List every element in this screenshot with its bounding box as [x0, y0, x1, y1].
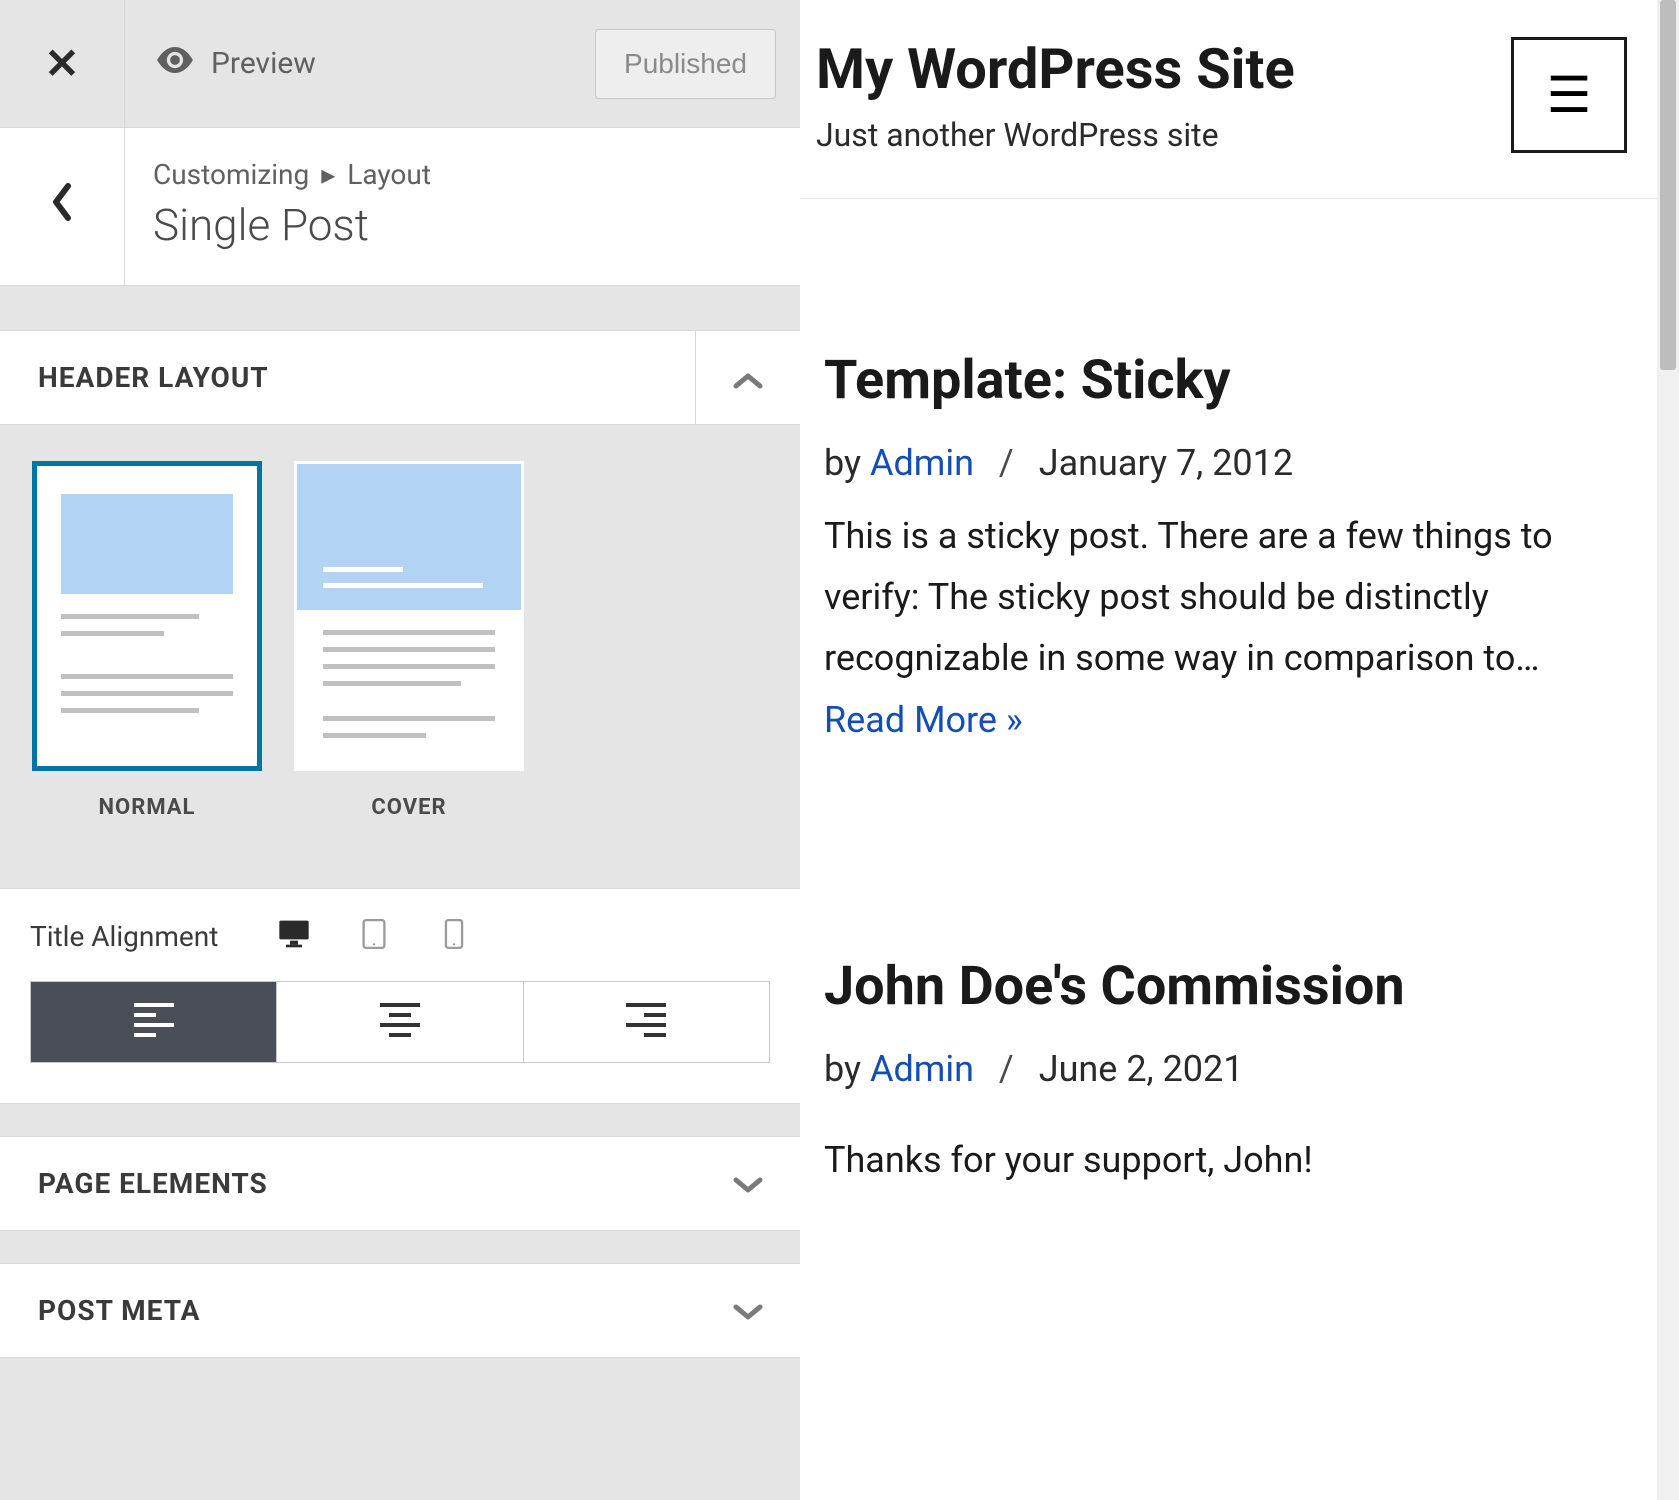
- chevron-down-icon: [732, 1163, 764, 1205]
- mobile-icon: [438, 919, 470, 953]
- preview-pane: My WordPress Site Just another WordPress…: [800, 0, 1679, 1500]
- layout-label: COVER: [371, 795, 446, 820]
- breadcrumb-parent: Layout: [347, 158, 431, 191]
- hide-preview-toggle[interactable]: Preview: [125, 46, 346, 81]
- eye-icon: [155, 46, 195, 81]
- post-author-link[interactable]: Admin: [870, 1048, 974, 1090]
- site-title[interactable]: My WordPress Site: [816, 36, 1295, 102]
- accordion-title: HEADER LAYOUT: [0, 331, 695, 424]
- align-left-icon: [134, 1003, 174, 1041]
- close-button[interactable]: ✕: [0, 0, 125, 128]
- alignment-toggle-group: [30, 981, 770, 1063]
- title-alignment-panel: Title Alignment: [0, 888, 800, 1104]
- post-meta: by Admin / January 7, 2012: [824, 442, 1623, 484]
- collapse-button[interactable]: [695, 331, 800, 424]
- scrollbar-thumb[interactable]: [1660, 0, 1676, 370]
- chevron-left-icon: [50, 181, 74, 233]
- title-alignment-label: Title Alignment: [30, 920, 218, 953]
- preview-content[interactable]: My WordPress Site Just another WordPress…: [800, 0, 1657, 1500]
- breadcrumb-bar: Customizing ▸ Layout Single Post: [0, 128, 800, 286]
- layout-thumb-normal[interactable]: [32, 461, 262, 771]
- by-label: by: [824, 442, 870, 484]
- scrollbar[interactable]: [1657, 0, 1679, 1500]
- accordion-page-elements[interactable]: PAGE ELEMENTS: [0, 1136, 800, 1231]
- post-excerpt: This is a sticky post. There are a few t…: [824, 506, 1623, 751]
- post-date: January 7, 2012: [1039, 442, 1293, 484]
- align-left-button[interactable]: [31, 982, 277, 1062]
- accordion-post-meta[interactable]: POST META: [0, 1263, 800, 1358]
- device-tablet-button[interactable]: [358, 919, 390, 953]
- read-more-link[interactable]: Read More »: [824, 699, 1023, 741]
- post-excerpt: Thanks for your support, John!: [824, 1130, 1623, 1191]
- desktop-icon: [278, 919, 310, 953]
- meta-separator: /: [999, 442, 1014, 484]
- publish-button[interactable]: Published: [595, 29, 776, 99]
- hamburger-icon: ☰: [1547, 66, 1592, 125]
- accordion-title: POST META: [0, 1264, 695, 1357]
- post-date: June 2, 2021: [1039, 1048, 1244, 1090]
- page-title: Single Post: [153, 199, 431, 251]
- site-header: My WordPress Site Just another WordPress…: [800, 0, 1657, 199]
- header-layout-options: NORMAL COVER: [0, 425, 800, 848]
- back-button[interactable]: [0, 128, 125, 285]
- customizer-sidebar: ✕ Preview Published Customizing ▸ Layout…: [0, 0, 800, 1500]
- breadcrumb-body: Customizing ▸ Layout Single Post: [125, 128, 459, 285]
- device-desktop-button[interactable]: [278, 919, 310, 953]
- breadcrumb-root: Customizing: [153, 158, 309, 191]
- accordion-title: PAGE ELEMENTS: [0, 1137, 695, 1230]
- breadcrumb: Customizing ▸ Layout: [153, 158, 431, 191]
- post-meta: by Admin / June 2, 2021: [824, 1048, 1623, 1090]
- post-title[interactable]: Template: Sticky: [824, 349, 1623, 412]
- layout-option-normal[interactable]: NORMAL: [32, 461, 262, 820]
- customizer-topbar: ✕ Preview Published: [0, 0, 800, 128]
- by-label: by: [824, 1048, 870, 1090]
- tablet-icon: [358, 919, 390, 953]
- accordion-header-layout[interactable]: HEADER LAYOUT: [0, 330, 800, 425]
- align-right-icon: [626, 1003, 666, 1041]
- layout-label: NORMAL: [99, 795, 196, 820]
- post-title[interactable]: John Doe's Commission: [824, 955, 1623, 1018]
- align-center-button[interactable]: [277, 982, 523, 1062]
- device-mobile-button[interactable]: [438, 919, 470, 953]
- expand-button[interactable]: [695, 1264, 800, 1357]
- layout-option-cover[interactable]: COVER: [294, 461, 524, 820]
- triangle-right-icon: ▸: [321, 158, 335, 191]
- layout-thumb-cover[interactable]: [294, 461, 524, 771]
- meta-separator: /: [999, 1048, 1014, 1090]
- chevron-up-icon: [732, 357, 764, 399]
- chevron-down-icon: [732, 1290, 764, 1332]
- expand-button[interactable]: [695, 1137, 800, 1230]
- post-author-link[interactable]: Admin: [870, 442, 974, 484]
- align-center-icon: [380, 1003, 420, 1041]
- align-right-button[interactable]: [524, 982, 769, 1062]
- menu-toggle-button[interactable]: ☰: [1511, 37, 1627, 153]
- post-item: John Doe's Commission by Admin / June 2,…: [800, 887, 1657, 1231]
- post-item: Template: Sticky by Admin / January 7, 2…: [800, 199, 1657, 791]
- site-tagline: Just another WordPress site: [816, 116, 1295, 154]
- preview-label: Preview: [211, 46, 316, 81]
